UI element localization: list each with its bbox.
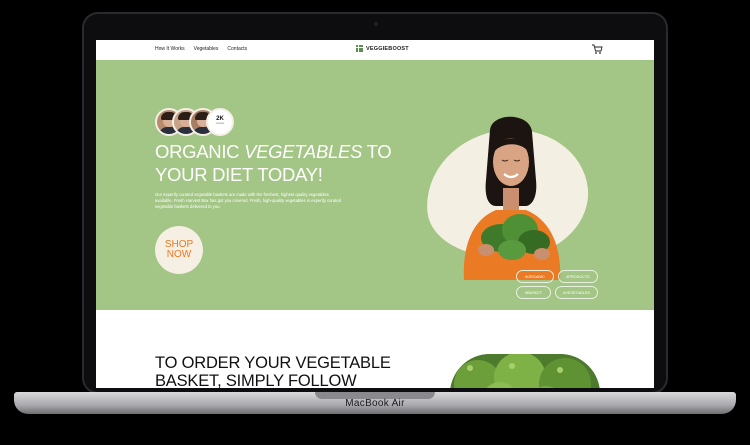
leaf-grid-icon <box>356 45 363 52</box>
hero-description: Our expertly curated vegetable baskets a… <box>155 192 341 209</box>
headline-italic: VEGETABLES <box>244 141 363 162</box>
shop-now-line2: NOW <box>166 249 192 260</box>
cart-icon[interactable] <box>591 43 603 55</box>
review-count-badge: 2K reviews <box>206 108 234 136</box>
camera-icon <box>374 22 378 26</box>
section-title: TO ORDER YOUR VEGETABLE BASKET, SIMPLY F… <box>155 354 391 388</box>
how-it-works-section: TO ORDER YOUR VEGETABLE BASKET, SIMPLY F… <box>96 310 654 388</box>
nav-link-vegetables[interactable]: Vegetables <box>194 46 219 52</box>
tag-products[interactable]: #PRODUCTS <box>558 270 598 283</box>
hero-headline: ORGANIC VEGETABLES TO YOUR DIET TODAY! <box>155 140 415 186</box>
headline-part1: ORGANIC <box>155 141 245 162</box>
hero-section: 2K reviews ORGANIC VEGETABLES TO YOUR DI… <box>96 60 654 310</box>
screen: How It Works Vegetables Contacts VEGGIEB… <box>96 40 654 388</box>
brand-name: VEGGIEBOOST <box>366 45 409 52</box>
nav-links: How It Works Vegetables Contacts <box>155 46 247 52</box>
brand-logo[interactable]: VEGGIEBOOST <box>356 45 409 52</box>
nav-link-how-it-works[interactable]: How It Works <box>155 46 185 52</box>
review-count-caption: reviews <box>215 122 225 125</box>
tag-vegetables[interactable]: #VEGETABLES <box>555 286 598 299</box>
top-nav: How It Works Vegetables Contacts VEGGIEB… <box>96 40 654 60</box>
device-label: MacBook Air <box>345 398 405 409</box>
tag-organic[interactable]: #ORGANIC <box>516 270 554 283</box>
shop-now-button[interactable]: SHOP NOW <box>155 226 203 274</box>
nav-link-contacts[interactable]: Contacts <box>227 46 247 52</box>
broccoli-image <box>450 354 600 388</box>
woman-holding-greens-image <box>463 116 561 280</box>
tag-basket[interactable]: #BASKET <box>516 286 551 299</box>
